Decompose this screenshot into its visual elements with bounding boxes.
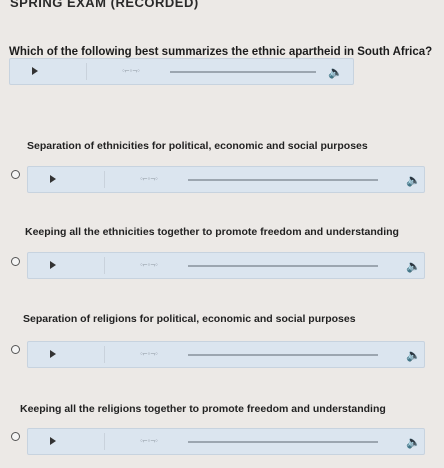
- option-audio-player-3: ◦⌐◦¬◦ 🔈: [27, 341, 425, 368]
- option-audio-player-1: ◦⌐◦¬◦ 🔈: [27, 166, 425, 193]
- audio-progress-track[interactable]: [188, 354, 378, 356]
- option-radio-4[interactable]: [11, 432, 20, 441]
- play-icon[interactable]: [50, 175, 56, 183]
- play-icon[interactable]: [50, 261, 56, 269]
- play-icon[interactable]: [32, 67, 38, 75]
- option-radio-2[interactable]: [11, 257, 20, 266]
- speaker-icon[interactable]: 🔈: [406, 435, 421, 449]
- option-label-1: Separation of ethnicities for political,…: [27, 140, 368, 152]
- option-radio-1[interactable]: [11, 170, 20, 179]
- speaker-icon[interactable]: 🔈: [328, 65, 343, 79]
- option-label-3: Separation of religions for political, e…: [23, 313, 356, 325]
- option-audio-player-4: ◦⌐◦¬◦ 🔈: [27, 428, 425, 455]
- waveform-icon: ◦⌐◦¬◦: [140, 436, 158, 445]
- waveform-icon: ◦⌐◦¬◦: [140, 260, 158, 269]
- audio-progress-track[interactable]: [188, 441, 378, 443]
- waveform-icon: ◦⌐◦¬◦: [140, 174, 158, 183]
- audio-progress-track[interactable]: [188, 179, 378, 181]
- question-text: Which of the following best summarizes t…: [9, 46, 433, 58]
- option-audio-player-2: ◦⌐◦¬◦ 🔈: [27, 252, 425, 279]
- play-icon[interactable]: [50, 350, 56, 358]
- exam-title: SPRING EXAM (RECORDED): [10, 0, 199, 10]
- audio-progress-track[interactable]: [188, 265, 378, 267]
- speaker-icon[interactable]: 🔈: [406, 173, 421, 187]
- play-icon[interactable]: [50, 437, 56, 445]
- option-radio-3[interactable]: [11, 345, 20, 354]
- speaker-icon[interactable]: 🔈: [406, 259, 421, 273]
- option-label-2: Keeping all the ethnicities together to …: [25, 226, 399, 238]
- waveform-icon: ◦⌐◦¬◦: [122, 66, 140, 75]
- exam-header: SPRING EXAM (RECORDED): [0, 0, 444, 12]
- option-label-4: Keeping all the religions together to pr…: [20, 403, 386, 415]
- waveform-icon: ◦⌐◦¬◦: [140, 349, 158, 358]
- audio-progress-track[interactable]: [170, 71, 316, 73]
- question-audio-player: ◦⌐◦¬◦ 🔈: [9, 58, 354, 85]
- speaker-icon[interactable]: 🔈: [406, 348, 421, 362]
